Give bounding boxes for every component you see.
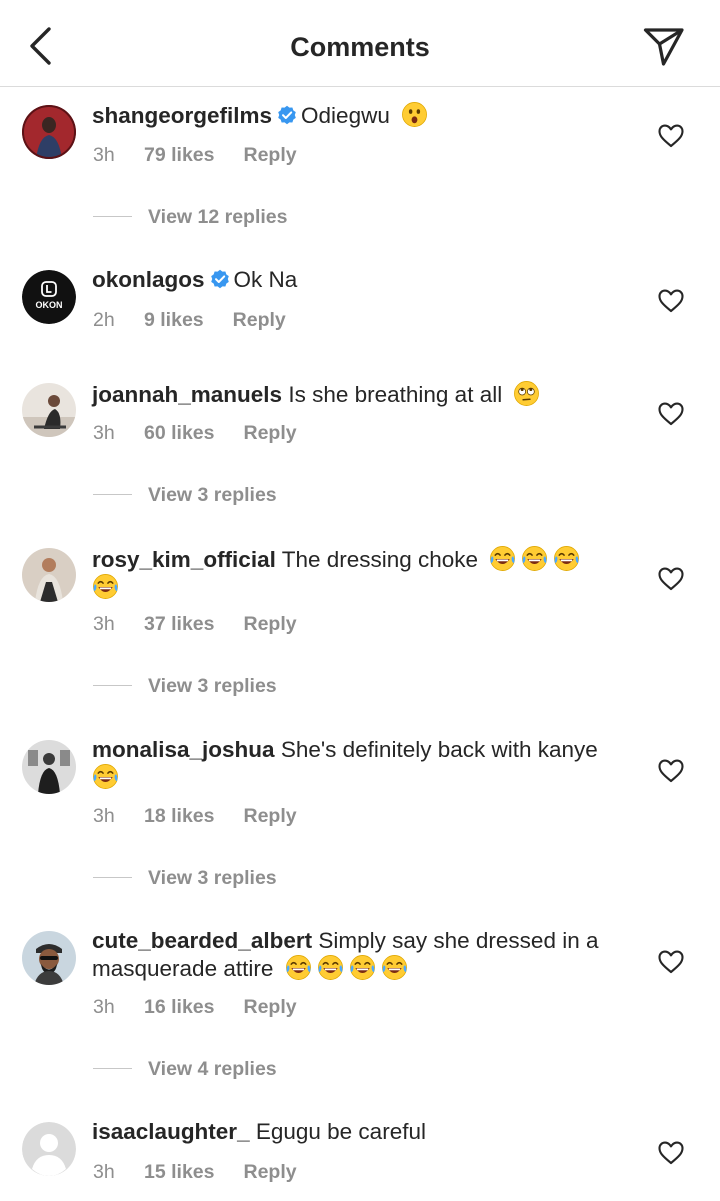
comment-text: isaaclaughter_ Egugu be careful (92, 1119, 637, 1145)
reply-button[interactable]: Reply (243, 144, 296, 167)
comment-time: 3h (93, 613, 115, 635)
comment-body: Odiegwu (301, 103, 390, 128)
comment-likes[interactable]: 37 likes (144, 613, 214, 636)
view-replies-button[interactable]: View 3 replies (93, 867, 277, 890)
laughing-emoji-icon (92, 573, 119, 600)
comment-username[interactable]: rosy_kim_official (92, 547, 276, 572)
laughing-emoji-icon (381, 954, 408, 981)
comment-username[interactable]: shangeorgefilms (92, 103, 272, 128)
view-replies-button[interactable]: View 4 replies (93, 1058, 277, 1081)
comment-text: okonlagos Ok Na (92, 267, 637, 293)
reply-button[interactable]: Reply (243, 422, 296, 445)
paper-plane-icon (643, 28, 684, 66)
laughing-emoji-icon (92, 763, 119, 790)
share-button[interactable] (642, 26, 686, 68)
comment-time: 3h (93, 144, 115, 166)
laughing-emoji-icon (317, 954, 344, 981)
replies-divider (93, 685, 132, 686)
avatar[interactable] (22, 1122, 76, 1176)
reply-button[interactable]: Reply (233, 309, 286, 332)
comment-username[interactable]: isaaclaughter_ (92, 1119, 250, 1144)
avatar[interactable] (22, 548, 76, 602)
comment-time: 2h (93, 309, 115, 331)
heart-outline-icon[interactable] (658, 567, 684, 591)
verified-badge-icon (277, 105, 297, 125)
laughing-emoji-icon (349, 954, 376, 981)
view-replies-button[interactable]: View 12 replies (93, 206, 287, 229)
comment-text: rosy_kim_official The dressing choke (92, 545, 637, 601)
comment-meta: 3h 18 likes Reply (93, 805, 297, 828)
reply-button[interactable]: Reply (243, 1161, 296, 1184)
laughing-emoji-icon (521, 545, 548, 572)
comment-body: Egugu be careful (255, 1119, 426, 1144)
reply-button[interactable]: Reply (243, 996, 296, 1019)
comment-body: Ok Na (233, 267, 298, 292)
comment-username[interactable]: okonlagos (92, 267, 205, 292)
comment-meta: 3h 60 likes Reply (93, 422, 297, 445)
laughing-emoji-icon (285, 954, 312, 981)
comment-meta: 3h 16 likes Reply (93, 996, 297, 1019)
heart-outline-icon[interactable] (658, 402, 684, 426)
comment-text: cute_bearded_albert Simply say she dress… (92, 928, 637, 982)
comment-likes[interactable]: 16 likes (144, 996, 214, 1019)
comment-body: She's definitely back with kanye (280, 737, 598, 762)
comment-time: 3h (93, 422, 115, 444)
avatar[interactable] (22, 740, 76, 794)
heart-outline-icon[interactable] (658, 1141, 684, 1165)
avatar-logo-text: OKON (36, 300, 63, 310)
comment-meta: 3h 79 likes Reply (93, 144, 297, 167)
comment-username[interactable]: monalisa_joshua (92, 737, 275, 762)
eye-roll-emoji-icon (513, 380, 540, 407)
comment-text: shangeorgefilms Odiegwu (92, 101, 637, 129)
comment-text: joannah_manuels Is she breathing at all (92, 380, 637, 408)
comment-time: 3h (93, 996, 115, 1018)
avatar[interactable] (22, 105, 76, 159)
comment-time: 3h (93, 805, 115, 827)
comment-username[interactable]: cute_bearded_albert (92, 928, 312, 953)
comment-meta: 2h 9 likes Reply (93, 309, 286, 332)
comment-likes[interactable]: 15 likes (144, 1161, 214, 1184)
comment-body: Is she breathing at all (288, 382, 503, 407)
default-avatar-icon (22, 1122, 76, 1176)
laughing-emoji-icon (489, 545, 516, 572)
comment-meta: 3h 15 likes Reply (93, 1161, 297, 1184)
comment-likes[interactable]: 9 likes (144, 309, 204, 332)
heart-outline-icon[interactable] (658, 759, 684, 783)
surprised-emoji-icon (401, 101, 428, 128)
comment-username[interactable]: joannah_manuels (92, 382, 282, 407)
replies-divider (93, 216, 132, 217)
replies-divider (93, 1068, 132, 1069)
avatar[interactable]: OKON (22, 270, 76, 324)
comment-body: The dressing choke (281, 547, 479, 572)
avatar[interactable] (22, 383, 76, 437)
reply-button[interactable]: Reply (243, 613, 296, 636)
view-replies-button[interactable]: View 3 replies (93, 484, 277, 507)
laughing-emoji-icon (553, 545, 580, 572)
reply-button[interactable]: Reply (243, 805, 296, 828)
avatar[interactable] (22, 931, 76, 985)
verified-badge-icon (210, 269, 230, 289)
comment-meta: 3h 37 likes Reply (93, 613, 297, 636)
view-replies-button[interactable]: View 3 replies (93, 675, 277, 698)
heart-outline-icon[interactable] (658, 950, 684, 974)
page-title: Comments (290, 32, 430, 62)
comment-likes[interactable]: 18 likes (144, 805, 214, 828)
replies-divider (93, 877, 132, 878)
top-bar: Comments (0, 0, 720, 87)
replies-divider (93, 494, 132, 495)
comment-likes[interactable]: 60 likes (144, 422, 214, 445)
comment-time: 3h (93, 1161, 115, 1183)
comment-likes[interactable]: 79 likes (144, 144, 214, 167)
comment-text: monalisa_joshua She's definitely back wi… (92, 737, 637, 791)
heart-outline-icon[interactable] (658, 289, 684, 313)
heart-outline-icon[interactable] (658, 124, 684, 148)
